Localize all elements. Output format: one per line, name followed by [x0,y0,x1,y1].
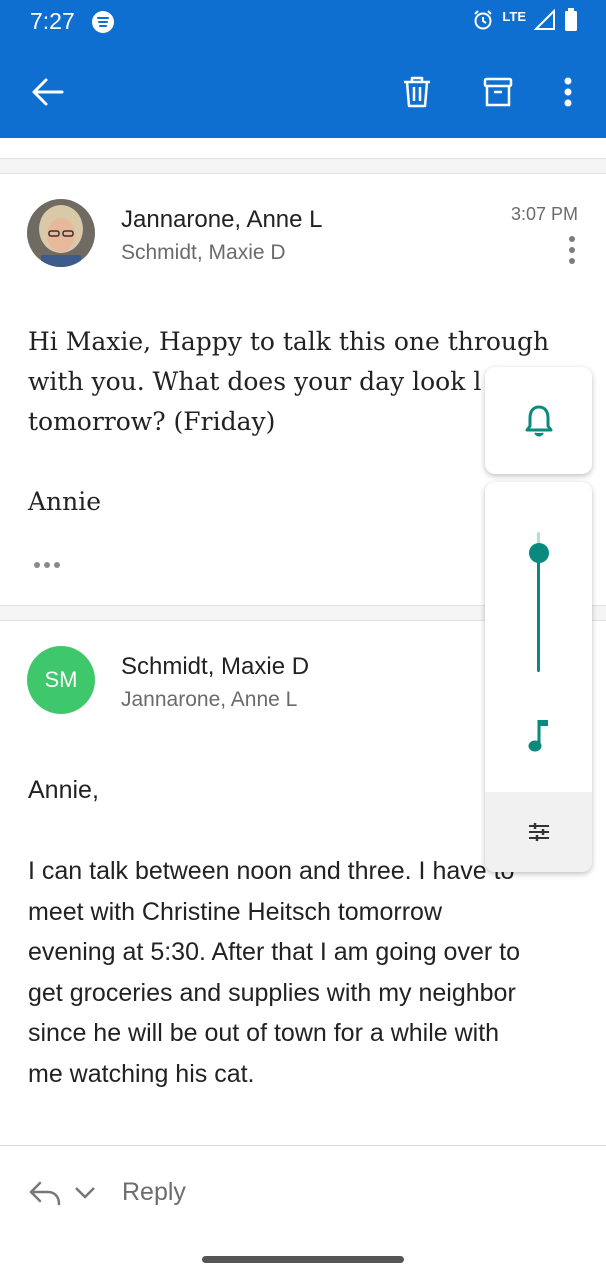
app-header: 7:27 LTE [0,0,606,138]
music-note-icon [528,720,548,752]
status-icons: LTE [472,8,578,32]
message-time: 3:07 PM [510,204,578,224]
sender-name: Schmidt, Maxie D [121,653,310,680]
avatar-initials: SM [44,667,78,692]
network-label: LTE [502,8,526,24]
body-line: me watching his cat. [28,1059,255,1088]
avatar[interactable]: SM [27,646,95,714]
body-line: evening at 5:30. After that I am going o… [28,938,520,966]
archive-icon [483,77,513,107]
trash-icon [404,76,430,108]
volume-slider[interactable] [515,527,561,677]
volume-thumb[interactable] [528,543,549,563]
show-quoted-button[interactable] [34,562,60,568]
alarm-icon [474,10,493,30]
more-options-button[interactable] [546,70,590,114]
message-divider [0,158,606,174]
sender-name: Jannarone, Anne L [121,206,323,233]
body-line: Hi Maxie, Happy to talk this one through [28,327,550,356]
recipient-name: Jannarone, Anne L [121,688,298,711]
body-line: since he will be out of town for a while… [28,1019,500,1047]
bell-icon [525,405,552,436]
home-indicator[interactable] [202,1256,404,1263]
reply-label: Reply [122,1178,186,1206]
delete-button[interactable] [395,70,439,114]
archive-button[interactable] [476,70,520,114]
recipient-name: Schmidt, Maxie D [121,241,286,264]
spotify-icon [92,11,114,33]
ringer-mode-button[interactable] [485,367,592,474]
body-line: meet with Christine Heitsch tomorrow [28,897,443,926]
signal-icon [534,9,555,30]
reply-bar: Reply [0,1145,606,1242]
sender-photo [27,199,95,267]
volume-panel [485,482,592,872]
arrow-left-icon [32,78,64,106]
message-more-button[interactable] [568,236,576,266]
avatar[interactable] [27,199,95,267]
sliders-icon [528,823,549,841]
sound-settings-button[interactable] [485,792,592,872]
more-vert-icon [564,77,572,107]
battery-icon [565,8,577,31]
chevron-down-icon [75,1186,95,1199]
body-line: get groceries and supplies with my neigh… [28,978,516,1007]
volume-fill [537,553,540,672]
status-time: 7:27 [30,8,75,34]
reply-button[interactable]: Reply [28,1178,186,1207]
back-button[interactable] [25,70,69,114]
reply-icon [29,1181,61,1205]
